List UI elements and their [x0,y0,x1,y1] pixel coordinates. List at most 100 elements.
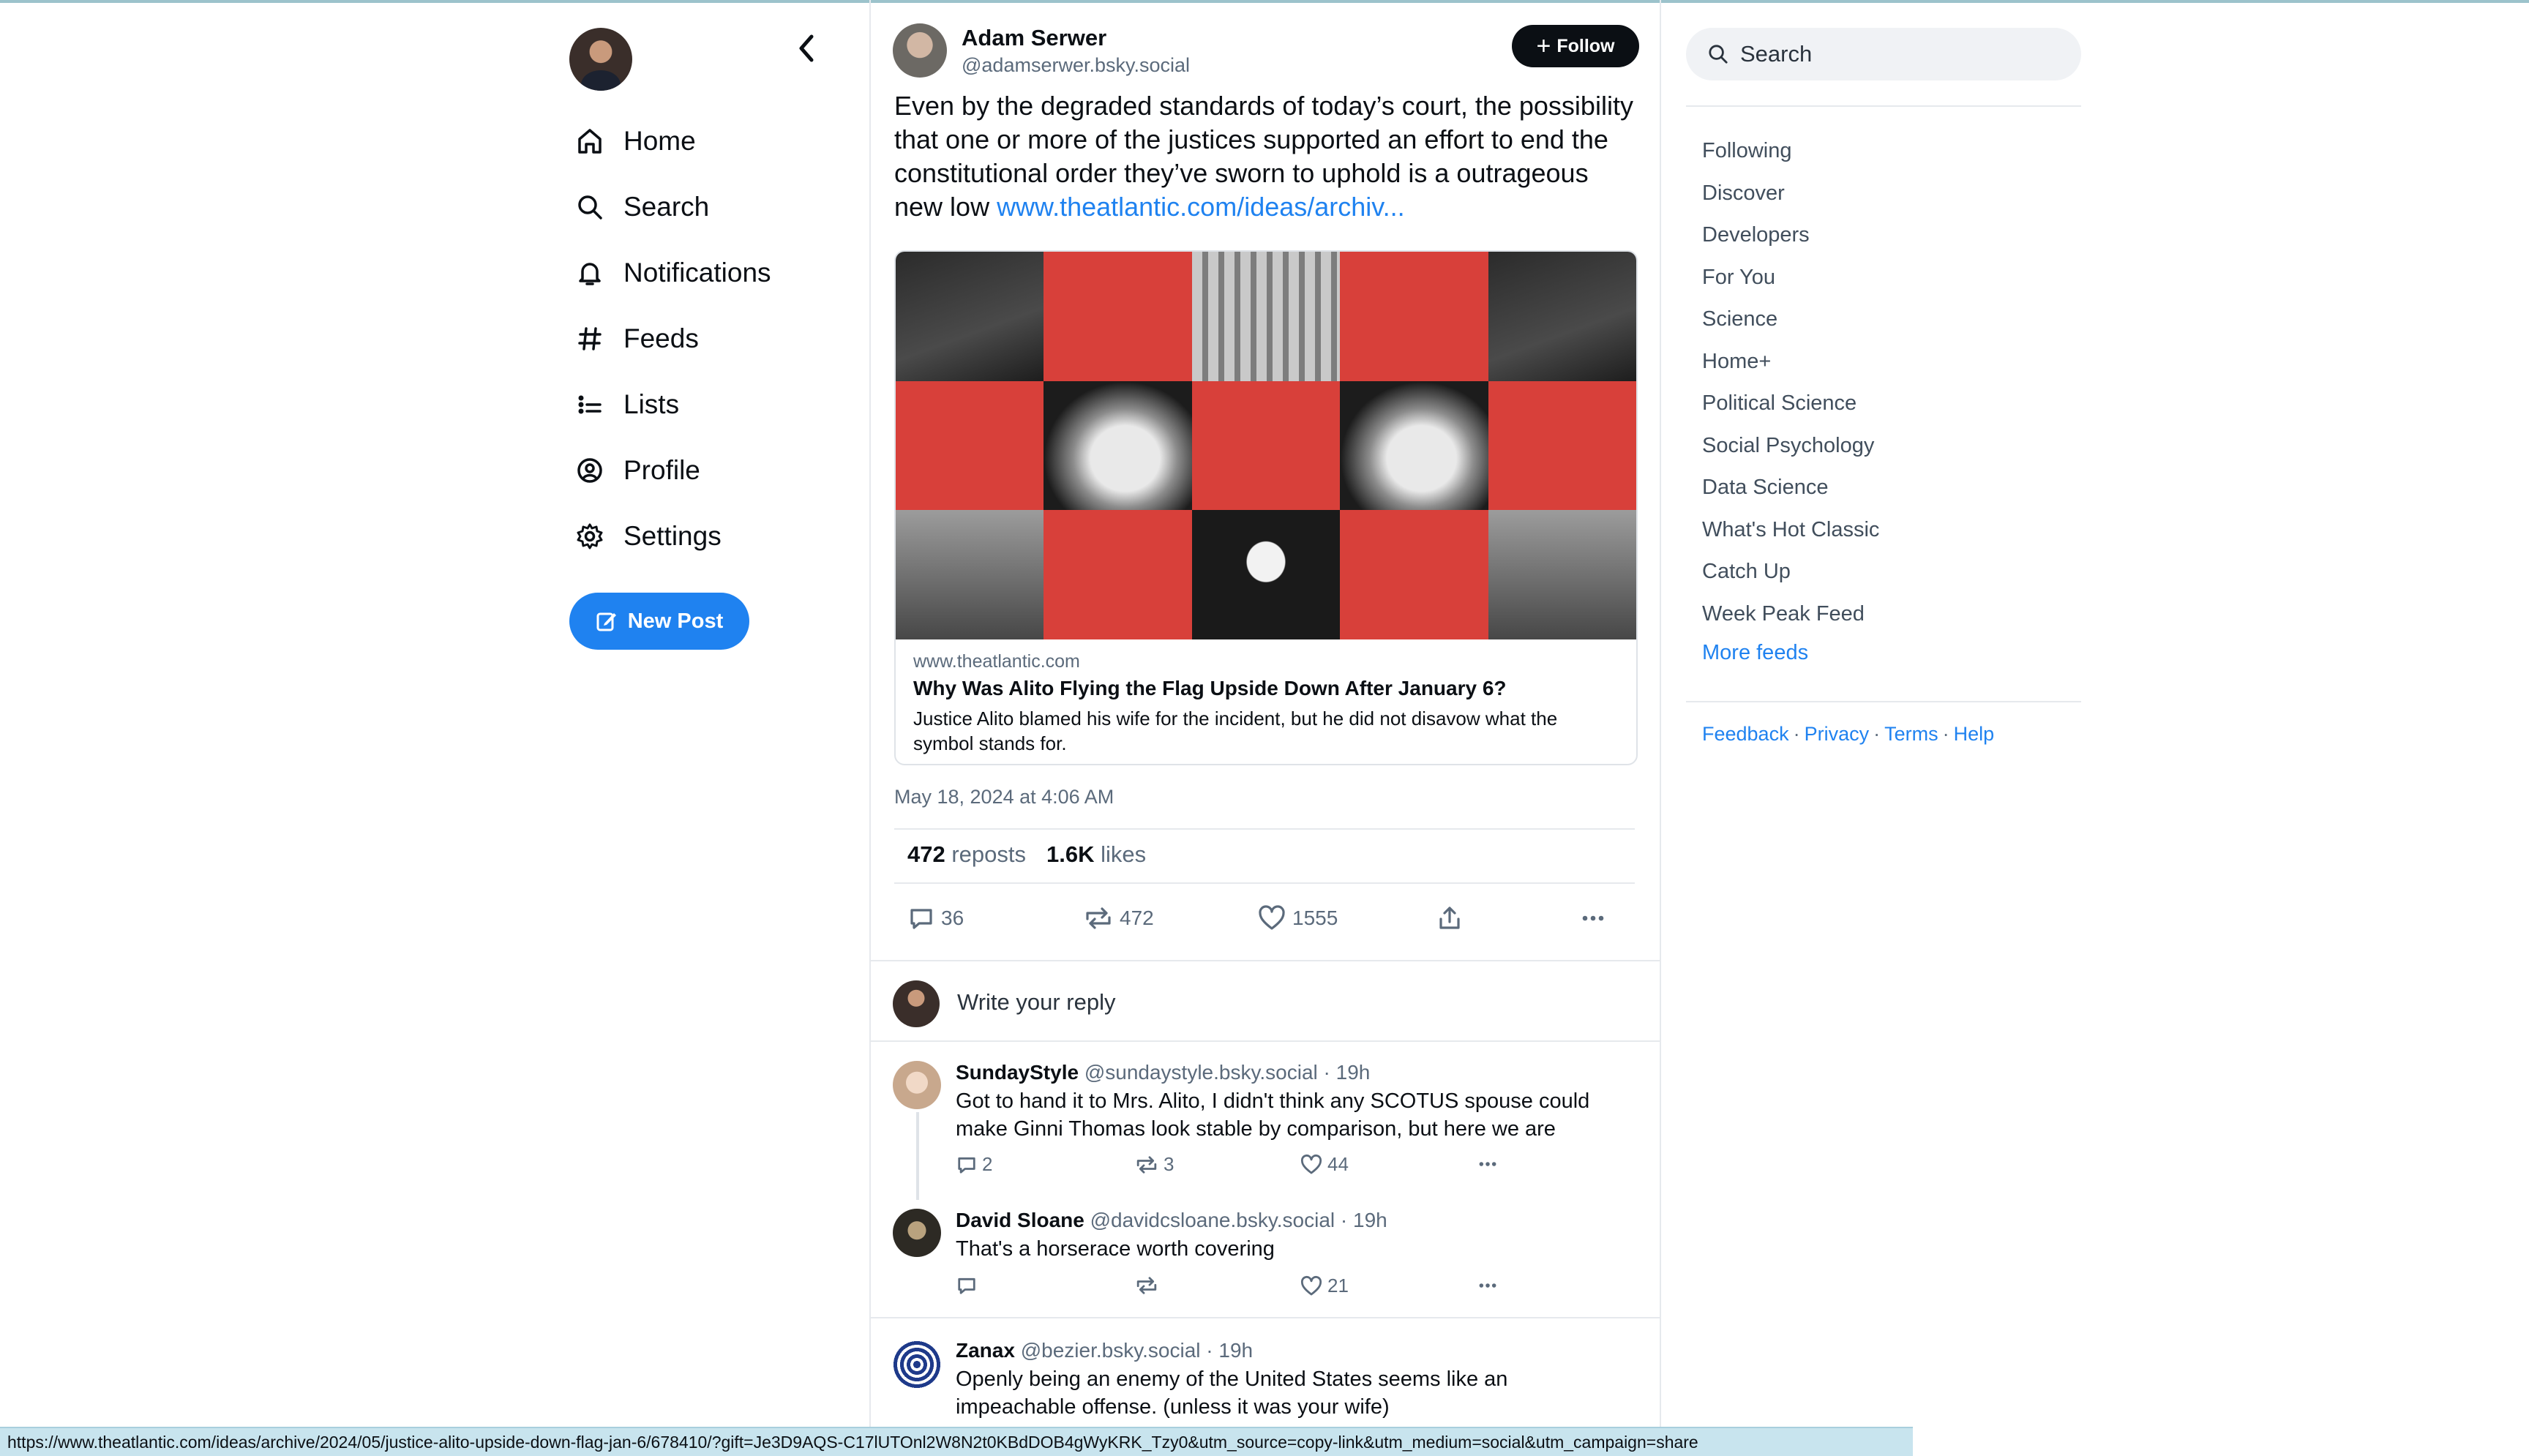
share-button[interactable] [1436,904,1464,932]
image-tile [1340,380,1488,511]
reply-button[interactable]: 36 [907,904,964,932]
link-card[interactable]: www.theatlantic.com Why Was Alito Flying… [894,250,1638,765]
reply-button[interactable]: 2 [956,1153,992,1176]
nav-item-profile[interactable]: Profile [563,438,812,503]
like-count: 21 [1327,1275,1349,1296]
separator-dot: · [1873,723,1881,745]
like-button[interactable]: 44 [1300,1153,1349,1176]
list-icon [572,387,607,422]
post-link[interactable]: www.theatlantic.com/ideas/archiv... [997,192,1405,222]
like-button[interactable]: 1555 [1257,904,1338,932]
reposts-label[interactable]: reposts [951,841,1026,867]
help-link[interactable]: Help [1954,723,1995,745]
divider [1686,701,2081,702]
like-button[interactable]: 21 [1300,1275,1349,1297]
card-meta: www.theatlantic.com Why Was Alito Flying… [913,651,1616,756]
nav-item-feeds[interactable]: Feeds [563,306,812,372]
feedback-link[interactable]: Feedback [1702,723,1789,745]
feed-link[interactable]: Following [1702,133,1879,176]
image-tile [1191,510,1341,639]
likes-count[interactable]: 1.6K [1046,841,1094,867]
reply-placeholder[interactable]: Write your reply [957,989,1116,1016]
gear-icon [572,519,607,554]
more-button[interactable] [1475,1153,1500,1175]
feed-link[interactable]: Social Psychology [1702,428,1879,470]
feed-link[interactable]: Catch Up [1702,554,1879,596]
search-icon [1706,42,1730,66]
nav-label: Lists [623,389,680,419]
divider [894,828,1635,830]
feed-link[interactable]: Week Peak Feed [1702,596,1879,639]
nav-item-notifications[interactable]: Notifications [563,240,812,306]
reply-button[interactable] [956,1275,982,1296]
reply-author-name[interactable]: SundayStyle [956,1061,1079,1084]
feed-link[interactable]: Data Science [1702,470,1879,512]
more-button[interactable] [1475,1275,1500,1296]
follow-button[interactable]: + Follow [1512,25,1639,67]
reply-text: Openly being an enemy of the United Stat… [956,1367,1508,1419]
nav-label: Home [623,126,696,156]
nav-item-lists[interactable]: Lists [563,372,812,438]
author-handle[interactable]: @adamserwer.bsky.social [962,54,1190,77]
nav-label: Notifications [623,258,771,288]
divider [894,882,1635,884]
terms-link[interactable]: Terms [1884,723,1938,745]
image-tile [1044,252,1192,381]
new-post-button[interactable]: New Post [569,593,749,650]
reply-avatar[interactable] [893,1209,941,1257]
image-tile [896,380,1044,511]
reposts-count[interactable]: 472 [907,841,945,867]
reply-author-name[interactable]: Zanax [956,1339,1015,1362]
image-tile [1488,380,1636,511]
repost-button[interactable]: 472 [1083,904,1154,932]
follow-label: Follow [1556,35,1615,56]
reply-author-name[interactable]: David Sloane [956,1209,1084,1231]
repost-icon [1136,1155,1157,1174]
feed-link[interactable]: For You [1702,260,1879,302]
reply-author-handle: @bezier.bsky.social · 19h [1020,1339,1254,1362]
nav-label: Settings [623,521,722,551]
author-name[interactable]: Adam Serwer [962,25,1106,51]
more-dots-icon [1479,1162,1496,1166]
nav-item-home[interactable]: Home [563,108,812,174]
image-tile [1044,380,1192,511]
feed-link[interactable]: Developers [1702,217,1879,260]
feed-link[interactable]: Discover [1702,176,1879,218]
feed-link[interactable]: Political Science [1702,386,1879,428]
reply-composer[interactable]: Write your reply [871,960,1660,1042]
like-count: 1555 [1292,907,1338,929]
likes-label[interactable]: likes [1101,841,1146,867]
nav-label: Feeds [623,323,699,353]
search-bar[interactable] [1686,28,2081,80]
feed-link[interactable]: Home+ [1702,344,1879,386]
comment-icon [958,1157,975,1174]
author-avatar[interactable] [893,23,947,78]
search-input[interactable] [1739,40,2064,68]
share-icon [1439,907,1460,929]
more-feeds-link[interactable]: More feeds [1702,641,1879,665]
home-icon [572,124,607,159]
more-button[interactable] [1579,904,1607,932]
feed-link[interactable]: Science [1702,301,1879,344]
repost-button[interactable]: 3 [1134,1153,1174,1176]
new-post-label: New Post [627,609,724,633]
back-button[interactable] [787,29,825,67]
reply-avatar[interactable] [893,1340,941,1389]
reply-header: SundayStyle @sundaystyle.bsky.social · 1… [956,1061,1370,1084]
plus-icon: + [1536,32,1551,60]
image-tile [1488,510,1636,639]
image-tile [1191,380,1341,511]
nav-item-settings[interactable]: Settings [563,503,812,569]
comment-icon [910,909,932,929]
repost-button[interactable] [1134,1275,1164,1296]
card-image [896,252,1636,639]
my-avatar[interactable] [569,28,632,91]
reply-header: David Sloane @davidcsloane.bsky.social ·… [956,1209,1387,1232]
repost-icon [1086,907,1111,929]
reply-avatar[interactable] [893,1061,941,1109]
nav-item-search[interactable]: Search [563,174,812,240]
privacy-link[interactable]: Privacy [1805,723,1870,745]
chevron-left-icon [799,34,814,62]
feed-link[interactable]: What's Hot Classic [1702,512,1879,555]
nav-label: Profile [623,455,700,485]
